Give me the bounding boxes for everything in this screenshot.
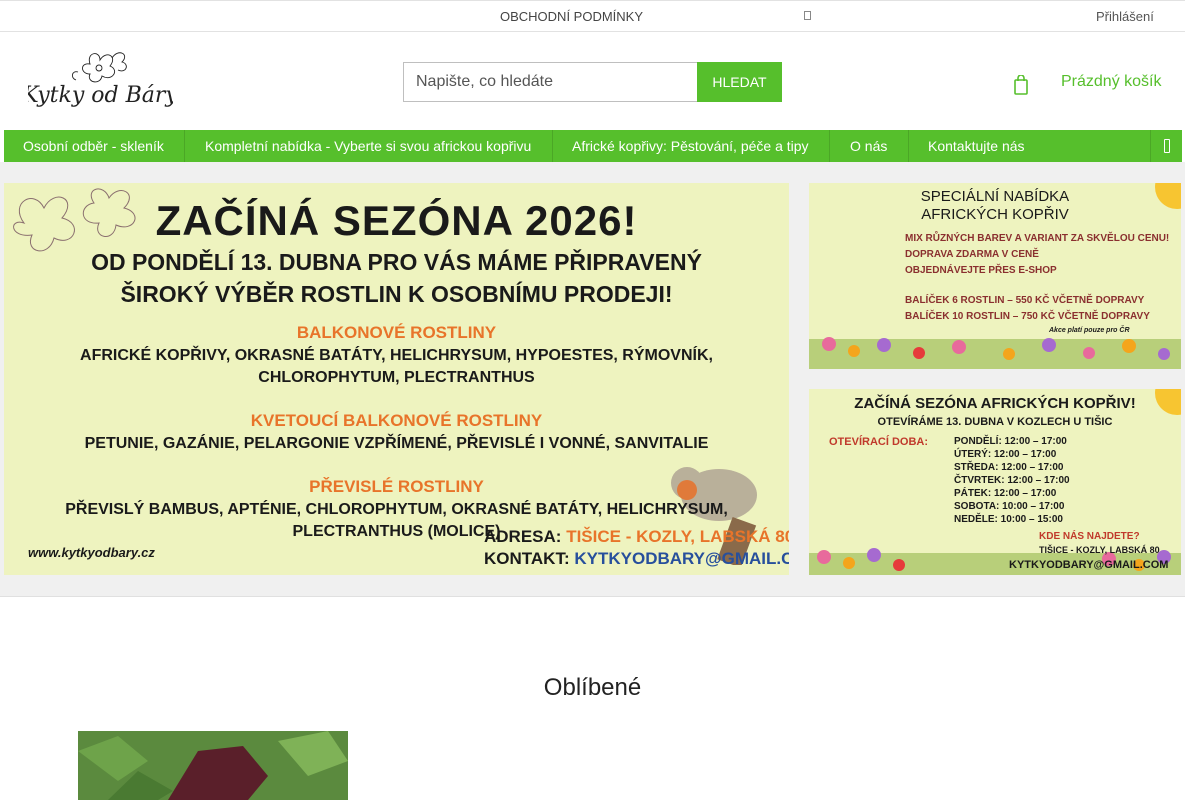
login-link[interactable]: Přihlášení <box>1096 9 1154 24</box>
cart-icon[interactable] <box>1014 75 1028 95</box>
hours-row: NEDĚLE: 10:00 – 15:00 <box>954 514 1063 525</box>
address-value: TIŠICE - KOZLY, LABSKÁ 80 <box>566 527 789 546</box>
menu-toggle-button[interactable] <box>1150 130 1182 162</box>
season-banner[interactable]: ZAČÍNÁ SEZÓNA 2026! OD PONDĚLÍ 13. DUBNA… <box>4 183 789 575</box>
logo[interactable]: Kytky od Báry <box>28 48 173 110</box>
banner-strip: ZAČÍNÁ SEZÓNA 2026! OD PONDĚLÍ 13. DUBNA… <box>0 162 1185 597</box>
special-offer-banner[interactable]: SPECIÁLNÍ NABÍDKA AFRICKÝCH KOPŘIV MIX R… <box>809 183 1181 369</box>
nav-item-personal-pickup[interactable]: Osobní odběr - skleník <box>23 130 164 162</box>
nav-item-care-tips[interactable]: Africké kopřivy: Pěstování, péče a tipy <box>572 130 809 162</box>
hours-row: SOBOTA: 10:00 – 17:00 <box>954 501 1065 512</box>
hours-row: ČTVRTEK: 12:00 – 17:00 <box>954 475 1070 486</box>
hours-banner-email: KYTKYODBARY@GMAIL.COM <box>1009 559 1169 571</box>
banner-line: CHLOROPHYTUM, PLECTRANTHUS <box>258 369 535 386</box>
product-image[interactable] <box>78 731 348 800</box>
nav-divider <box>184 130 185 162</box>
hours-row: PONDĚLÍ: 12:00 – 17:00 <box>954 436 1067 447</box>
nav-divider <box>908 130 909 162</box>
phone-icon <box>804 11 811 20</box>
favorites-heading: Oblíbené <box>543 674 642 701</box>
contact-value: KYTKYODBARY@GMAIL.COM <box>574 549 789 568</box>
offer-title: SPECIÁLNÍ NABÍDKA <box>920 188 1070 205</box>
hours-banner-subtitle: OTEVÍRÁME 13. DUBNA V KOZLECH U TIŠIC <box>877 416 1113 428</box>
hours-label: OTEVÍRACÍ DOBA: <box>829 436 928 448</box>
offer-package: BALÍČEK 6 ROSTLIN – 550 KČ VČETNĚ DOPRAV… <box>905 295 1145 306</box>
address-line: ADRESA: TIŠICE - KOZLY, LABSKÁ 80 <box>484 527 789 547</box>
where-label: KDE NÁS NAJDETE? <box>1039 531 1140 542</box>
banner-line: AFRICKÉ KOPŘIVY, OKRASNÉ BATÁTY, HELICHR… <box>80 347 713 364</box>
hours-banner-title: ZAČÍNÁ SEZÓNA AFRICKÝCH KOPŘIV! <box>854 395 1136 412</box>
search-input[interactable] <box>403 62 697 102</box>
offer-note: Akce platí pouze pro ČR <box>1049 327 1130 334</box>
hours-row: STŘEDA: 12:00 – 17:00 <box>954 462 1064 473</box>
offer-package: BALÍČEK 10 ROSTLIN – 750 KČ VČETNĚ DOPRA… <box>905 311 1150 322</box>
section-title-flowering: KVETOUCÍ BALKONOVÉ ROSTLINY <box>250 411 543 430</box>
menu-icon <box>1164 139 1170 153</box>
banner-line: PŘEVISLÝ BAMBUS, APTÉNIE, CHLOROPHYTUM, … <box>65 501 728 518</box>
top-bar: OBCHODNÍ PODMÍNKY Přihlášení <box>0 0 1185 32</box>
hours-row: ÚTERÝ: 12:00 – 17:00 <box>954 449 1057 460</box>
banner-line: ŠIROKÝ VÝBĚR ROSTLIN K OSOBNÍMU PRODEJI! <box>120 281 673 307</box>
section-title-trailing: PŘEVISLÉ ROSTLINY <box>309 477 484 496</box>
address-label: ADRESA: <box>484 527 562 546</box>
where-value: TIŠICE - KOZLY, LABSKÁ 80 <box>1039 545 1160 555</box>
banner-title: ZAČÍNÁ SEZÓNA 2026! <box>155 197 638 244</box>
nav-item-contact[interactable]: Kontaktujte nás <box>928 130 1025 162</box>
offer-bullet: OBJEDNÁVEJTE PŘES E-SHOP <box>905 265 1057 276</box>
nav-divider <box>552 130 553 162</box>
contact-label: KONTAKT: <box>484 549 570 568</box>
logo-text: Kytky od Báry <box>28 83 173 108</box>
contact-line: KONTAKT: KYTKYODBARY@GMAIL.COM <box>484 549 789 569</box>
nav-divider <box>829 130 830 162</box>
nav-item-about[interactable]: O nás <box>850 130 887 162</box>
banner-line: OD PONDĚLÍ 13. DUBNA PRO VÁS MÁME PŘIPRA… <box>91 249 702 275</box>
section-title-balcony: BALKONOVÉ ROSTLINY <box>296 323 497 342</box>
banner-line: PETUNIE, GAZÁNIE, PELARGONIE VZPŘÍMENÉ, … <box>84 435 709 452</box>
header: Kytky od Báry HLEDAT Prázdný košík <box>0 33 1185 129</box>
cart-link[interactable]: Prázdný košík <box>1061 73 1161 91</box>
flower-meadow-graphic <box>809 337 1181 369</box>
offer-title: AFRICKÝCH KOPŘIV <box>921 206 1069 223</box>
website-text: www.kytkyodbary.cz <box>28 545 155 560</box>
offer-bullet: DOPRAVA ZDARMA V CENĚ <box>905 249 1039 260</box>
plant-photo-graphic <box>78 731 348 800</box>
main-navigation: Osobní odběr - skleník Kompletní nabídka… <box>4 130 1182 162</box>
hours-row: PÁTEK: 12:00 – 17:00 <box>954 488 1057 499</box>
opening-hours-banner[interactable]: ZAČÍNÁ SEZÓNA AFRICKÝCH KOPŘIV! OTEVÍRÁM… <box>809 389 1181 575</box>
search-button[interactable]: HLEDAT <box>697 62 782 102</box>
terms-link[interactable]: OBCHODNÍ PODMÍNKY <box>500 9 643 24</box>
offer-bullet: MIX RŮZNÝCH BAREV A VARIANT ZA SKVĚLOU C… <box>905 233 1170 244</box>
search-form: HLEDAT <box>403 62 782 102</box>
nav-item-full-offer[interactable]: Kompletní nabídka - Vyberte si svou afri… <box>205 130 531 162</box>
